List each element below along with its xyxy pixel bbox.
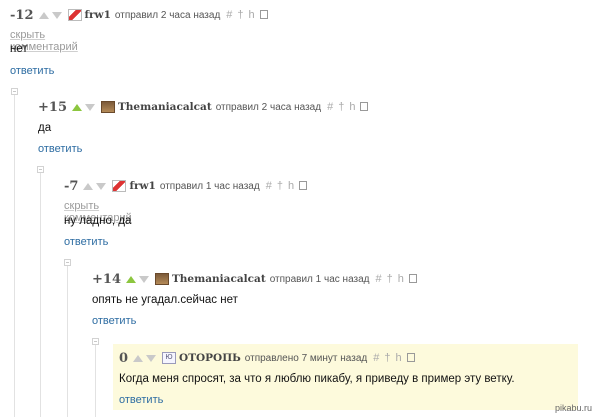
hash-icon[interactable]: # [266,180,274,192]
parent-icon[interactable]: † [387,273,395,285]
comment-rating: -12 [10,7,34,23]
reply-link[interactable]: ответить [92,315,136,327]
comment-rating: 0 [119,350,129,366]
comment-tools: # † h [327,101,371,113]
comment-text: ну ладно, да [64,215,132,227]
watermark: pikabu.ru [554,403,592,413]
username[interactable]: frw1 [85,9,111,21]
parent-icon[interactable]: † [338,101,346,113]
comment-tools: # † h [373,352,417,364]
comment-header: -7 frw1 отправил 1 час назад # † h [64,178,310,194]
thread-line [95,342,96,417]
downvote-icon[interactable] [96,182,107,190]
parent-icon[interactable]: † [237,9,245,21]
parent-icon[interactable]: † [384,352,392,364]
thread-line [40,170,41,417]
hash-icon[interactable]: # [327,101,335,113]
comment-rating: +15 [38,99,67,115]
save-icon[interactable] [259,10,268,19]
username[interactable]: Themaniacalcat [172,273,266,285]
reply-link[interactable]: ответить [64,236,108,248]
comment-time[interactable]: отправлено 7 минут назад [245,353,367,364]
downvote-icon[interactable] [146,354,157,362]
username[interactable]: Themaniacalcat [118,101,212,113]
username[interactable]: frw1 [129,180,155,192]
downvote-icon[interactable] [138,275,149,283]
upvote-icon[interactable] [38,11,49,19]
comment-header: -12 frw1 отправил 2 часа назад # † h [10,7,271,23]
collapse-toggle[interactable] [37,166,44,173]
collapse-toggle[interactable] [92,338,99,345]
comment-text: да [38,122,52,134]
thread-line [67,262,68,417]
save-icon[interactable] [408,274,417,283]
hash-icon[interactable]: # [226,9,234,21]
downvote-icon[interactable] [84,103,95,111]
comment-rating: -7 [64,178,79,194]
comment-text: нет [10,43,28,55]
comment-text: Когда меня спросят, за что я люблю пикаб… [119,373,515,385]
collapse-toggle[interactable] [11,88,18,95]
downvote-icon[interactable] [51,11,62,19]
avatar[interactable] [154,273,169,285]
collapse-toggle[interactable] [64,259,71,266]
reply-link[interactable]: ответить [119,394,163,406]
reply-link[interactable]: ответить [38,143,82,155]
branch-icon[interactable]: h [398,273,406,285]
upvote-icon[interactable] [71,103,82,111]
comment-tools: # † h [376,273,420,285]
avatar[interactable] [112,180,127,192]
parent-icon[interactable]: † [277,180,285,192]
branch-icon[interactable]: h [249,9,257,21]
branch-icon[interactable]: h [288,180,296,192]
save-icon[interactable] [299,181,308,190]
comment-time[interactable]: отправил 1 час назад [270,274,370,285]
save-icon[interactable] [406,353,415,362]
branch-icon[interactable]: h [349,101,357,113]
thread-line [14,92,15,417]
avatar[interactable]: Ю [162,352,177,364]
avatar[interactable] [100,101,115,113]
comment-text: опять не угадал.сейчас нет [92,294,238,306]
branch-icon[interactable]: h [395,352,403,364]
comment-tools: # † h [226,9,270,21]
upvote-icon[interactable] [83,182,94,190]
username[interactable]: ОТОРОПЬ [179,352,241,364]
comment-time[interactable]: отправил 2 часа назад [216,102,321,113]
save-icon[interactable] [360,102,369,111]
upvote-icon[interactable] [133,354,144,362]
avatar[interactable] [67,9,82,21]
comment-time[interactable]: отправил 2 часа назад [115,10,220,21]
hash-icon[interactable]: # [376,273,384,285]
comment-header: +15 Themaniacalcat отправил 2 часа назад… [38,99,371,115]
comment-time[interactable]: отправил 1 час назад [160,181,260,192]
comment-tools: # † h [266,180,310,192]
hash-icon[interactable]: # [373,352,381,364]
comment-header: 0 Ю ОТОРОПЬ отправлено 7 минут назад # † h [119,350,418,366]
comment-rating: +14 [92,271,121,287]
upvote-icon[interactable] [125,275,136,283]
comment-header: +14 Themaniacalcat отправил 1 час назад … [92,271,420,287]
reply-link[interactable]: ответить [10,65,54,77]
